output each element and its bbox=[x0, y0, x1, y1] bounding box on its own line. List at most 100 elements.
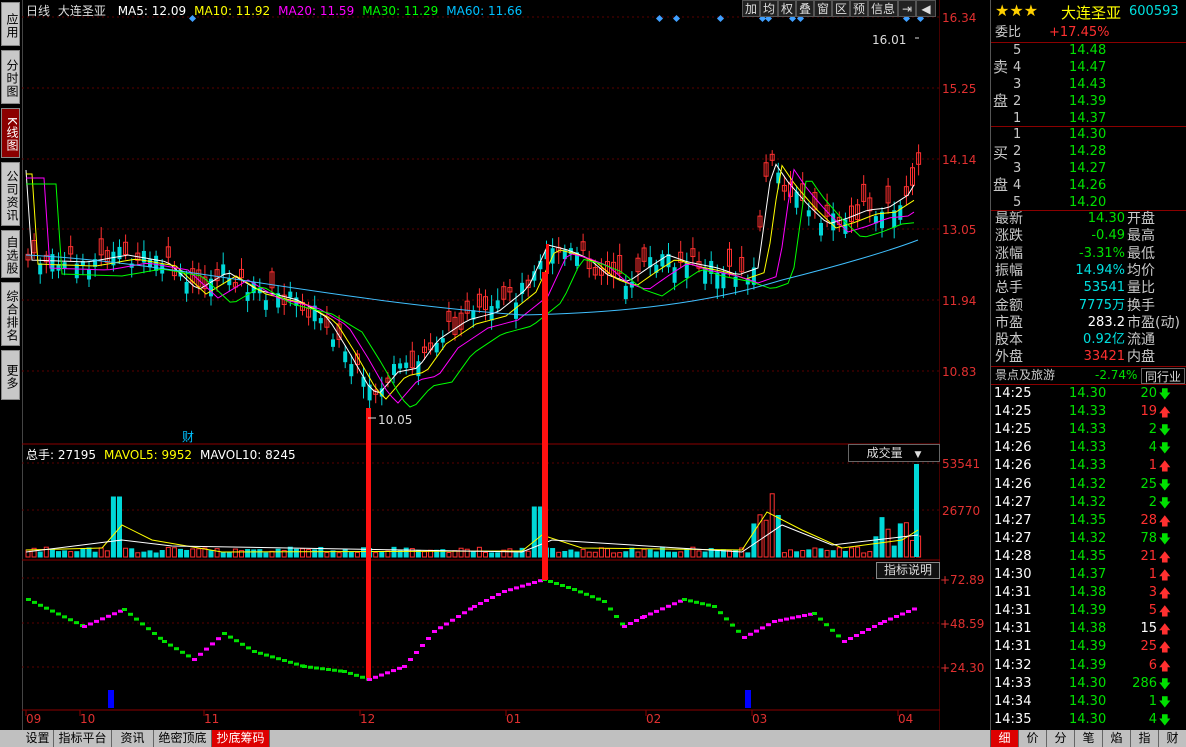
buy-level-row[interactable]: 4 14.26 bbox=[991, 177, 1186, 195]
tick-time: 14:26 bbox=[994, 458, 1032, 474]
chevron-down-icon: ▼ bbox=[914, 450, 922, 460]
indicator-dot bbox=[462, 611, 467, 615]
indicator-dot bbox=[578, 590, 583, 594]
volume-bar bbox=[495, 552, 501, 558]
volume-bar bbox=[580, 548, 586, 558]
chart-tool-button[interactable]: 加 bbox=[742, 0, 760, 17]
left-tab-4[interactable]: 自选股 bbox=[1, 230, 20, 278]
volume-bar bbox=[867, 551, 873, 558]
buy-level-row[interactable]: 2 14.28 bbox=[991, 143, 1186, 161]
left-tab-5[interactable]: 综合排名 bbox=[1, 282, 20, 346]
indicator-dot bbox=[754, 629, 759, 633]
indicator-dot bbox=[276, 657, 281, 661]
stat-value: 14.30 bbox=[1087, 211, 1125, 226]
finance-marker[interactable]: 财 bbox=[182, 428, 194, 445]
indicator-dropdown[interactable]: 成交量 ▼ bbox=[848, 444, 940, 462]
stock-code: 600593 bbox=[1129, 4, 1179, 19]
volume-bar bbox=[464, 548, 470, 558]
indicator-dot bbox=[82, 625, 87, 628]
stat-value: 0.92亿 bbox=[1083, 332, 1125, 348]
level-number: 5 bbox=[1013, 43, 1022, 58]
quote-bottom-tab[interactable]: 细 bbox=[991, 730, 1019, 747]
chart-tool-button[interactable]: ⇥ bbox=[898, 0, 916, 17]
kline-chart-area[interactable] bbox=[22, 0, 941, 730]
chart-tool-button[interactable]: 叠 bbox=[796, 0, 814, 17]
volume-bar bbox=[824, 549, 830, 558]
quote-bottom-tab[interactable]: 指 bbox=[1131, 730, 1159, 747]
volume-bar bbox=[68, 551, 74, 558]
sell-level-row[interactable]: 2 14.39 bbox=[991, 93, 1186, 111]
volume-bar bbox=[623, 551, 629, 558]
bottom-tab[interactable]: 资讯 bbox=[112, 730, 154, 747]
left-tab-0[interactable]: 应用 bbox=[1, 2, 20, 46]
chart-tool-button[interactable]: 均 bbox=[760, 0, 778, 17]
kline-chart-svg[interactable] bbox=[22, 0, 941, 730]
left-tab-3[interactable]: 公司资讯 bbox=[1, 162, 20, 226]
indicator-help-button[interactable]: 指标说明 bbox=[876, 562, 940, 579]
volume-bar bbox=[379, 551, 385, 558]
chart-tool-button[interactable]: ◀ bbox=[916, 0, 936, 17]
tick-price: 14.33 bbox=[1069, 422, 1107, 438]
volume-bar bbox=[788, 549, 793, 558]
arrow-up-icon: 🡅 bbox=[1158, 658, 1171, 673]
sell-level-row[interactable]: 4 14.47 bbox=[991, 59, 1186, 77]
tick-row: 14:27 14.32 78 🡇 bbox=[991, 530, 1186, 548]
quote-bottom-tab[interactable]: 价 bbox=[1019, 730, 1047, 747]
left-tab-6[interactable]: 更多 bbox=[1, 350, 20, 400]
arrow-up-icon: 🡅 bbox=[1158, 405, 1171, 420]
candle-body bbox=[623, 285, 628, 300]
tick-time: 14:32 bbox=[994, 657, 1032, 673]
tick-row: 14:27 14.32 2 🡇 bbox=[991, 494, 1186, 512]
candle-body bbox=[361, 376, 366, 387]
indicator-dot bbox=[796, 615, 801, 619]
buy-level-row[interactable]: 1 14.30 bbox=[991, 126, 1186, 144]
tick-price: 14.32 bbox=[1069, 476, 1107, 492]
volume-bar bbox=[336, 552, 342, 558]
indicator-dropdown-label: 成交量 bbox=[866, 446, 903, 460]
chart-tool-button[interactable]: 权 bbox=[778, 0, 796, 17]
bottom-tab[interactable]: 绝密顶底 bbox=[154, 730, 212, 747]
moving-average-line bbox=[25, 163, 915, 394]
indicator-dot bbox=[484, 599, 489, 602]
arrow-down-icon: 🡇 bbox=[1158, 387, 1171, 401]
chart-tool-button[interactable]: 区 bbox=[832, 0, 850, 17]
tick-time: 14:25 bbox=[994, 386, 1032, 401]
quote-bottom-tab[interactable]: 财 bbox=[1159, 730, 1186, 747]
bottom-tab[interactable]: 抄底筹码 bbox=[212, 730, 270, 747]
sell-level-row[interactable]: 3 14.43 bbox=[991, 76, 1186, 94]
bottom-tab[interactable]: 设置 bbox=[22, 730, 54, 747]
tick-time: 14:34 bbox=[994, 693, 1032, 709]
chart-tool-button[interactable]: 预 bbox=[850, 0, 868, 17]
tick-volume: 5 bbox=[1148, 603, 1157, 619]
chart-tool-button[interactable]: 窗 bbox=[814, 0, 832, 17]
left-tab-1[interactable]: 分时图 bbox=[1, 50, 20, 104]
indicator-dot bbox=[240, 642, 245, 646]
indicator-dot bbox=[26, 598, 31, 601]
candle-body bbox=[660, 254, 665, 267]
bottom-tab[interactable]: 指标平台 bbox=[54, 730, 112, 747]
tick-volume: 2 bbox=[1148, 494, 1157, 510]
volume-bar bbox=[910, 539, 915, 558]
peer-industry-button[interactable]: 同行业 bbox=[1141, 368, 1185, 384]
sell-level-row[interactable]: 5 14.48 bbox=[991, 42, 1186, 60]
volume-bar bbox=[513, 552, 519, 558]
quote-bottom-tab[interactable]: 分 bbox=[1047, 730, 1075, 747]
volume-bar bbox=[586, 551, 592, 558]
volume-bar bbox=[556, 551, 562, 558]
indicator-dot bbox=[478, 602, 483, 605]
date-tick-label: 04 bbox=[898, 712, 914, 726]
indicator-dot bbox=[264, 653, 269, 657]
volume-bar bbox=[483, 551, 488, 558]
indicator-dot bbox=[648, 612, 653, 616]
tick-row: 14:33 14.30 286 🡇 bbox=[991, 675, 1186, 693]
sector-row[interactable]: 景点及旅游 -2.74% 同行业 bbox=[991, 366, 1186, 386]
buy-level-row[interactable]: 3 14.27 bbox=[991, 160, 1186, 178]
indicator-dot bbox=[912, 607, 917, 611]
chart-tool-button[interactable]: 信息 bbox=[868, 0, 898, 17]
indicator-dot bbox=[302, 665, 307, 668]
left-tab-2[interactable]: K线图 bbox=[1, 108, 20, 158]
quote-bottom-tab[interactable]: 笔 bbox=[1075, 730, 1103, 747]
quote-bottom-tab[interactable]: 焰 bbox=[1103, 730, 1131, 747]
stat-row: 涨跌 -0.49 最高 bbox=[991, 227, 1186, 245]
indicator-dot bbox=[68, 618, 73, 622]
